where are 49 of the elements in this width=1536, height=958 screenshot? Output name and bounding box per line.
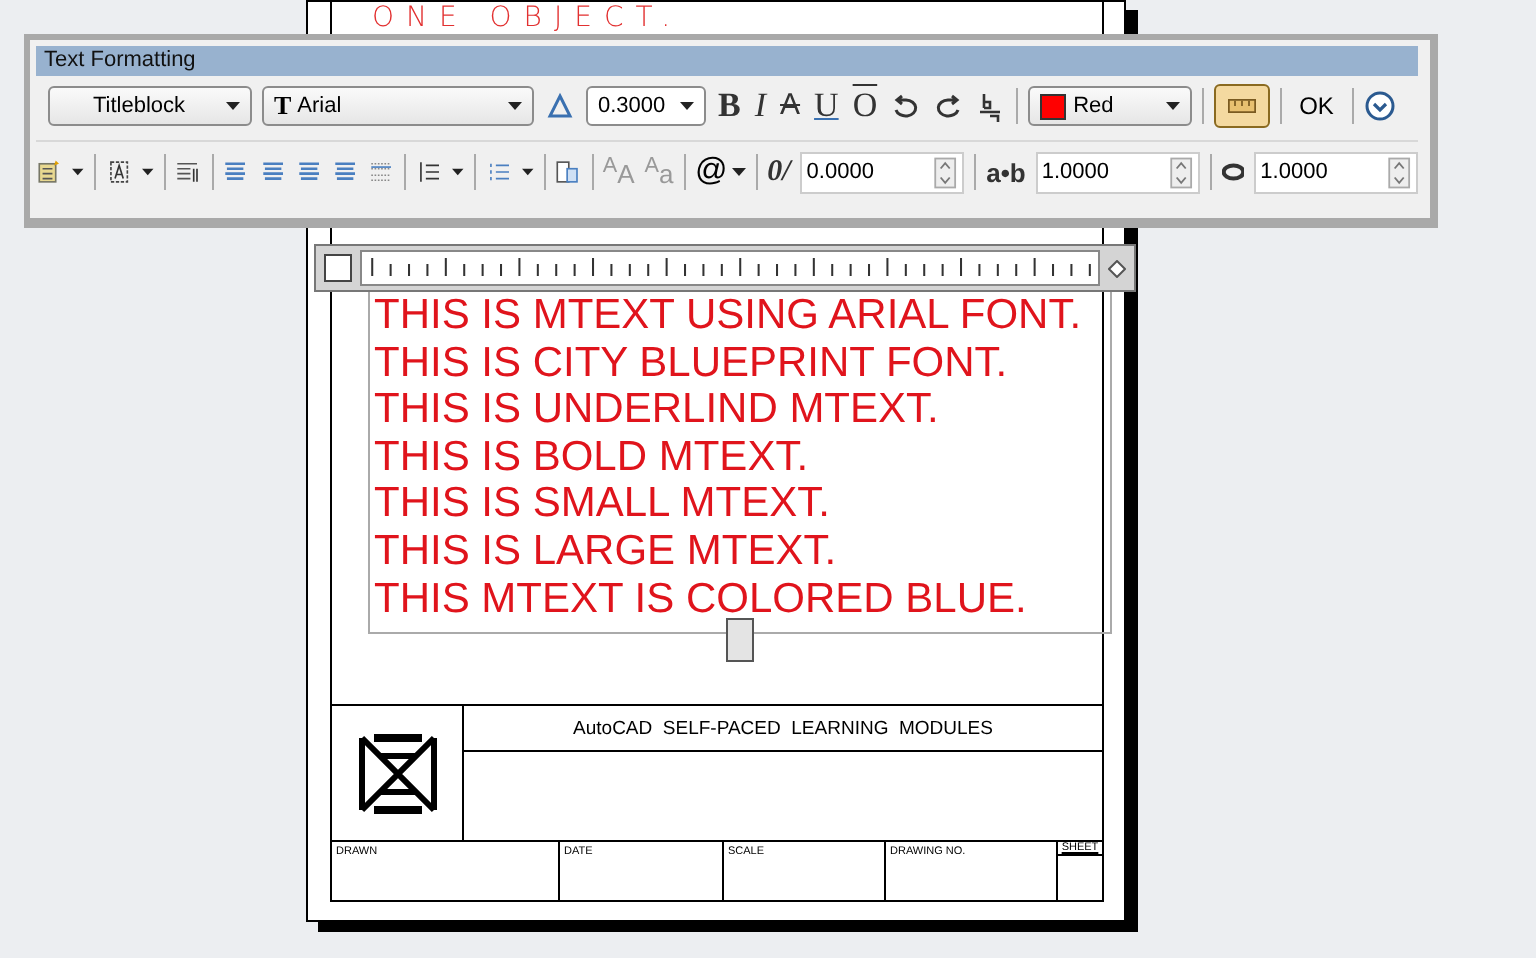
caret-icon xyxy=(1165,102,1180,110)
ruler-toggle[interactable] xyxy=(1213,84,1270,128)
mtext-line: THIS IS BOLD MTEXT. xyxy=(374,433,811,481)
insert-field-icon[interactable] xyxy=(554,156,582,188)
title-block-title: AutoCAD SELF-PACED LEARNING MODULES xyxy=(464,706,1102,752)
ruler[interactable] xyxy=(314,244,1136,292)
mtext-line: THIS IS UNDERLIND MTEXT. xyxy=(374,386,941,434)
caret-icon xyxy=(508,102,522,110)
line-spacing-icon[interactable] xyxy=(415,156,443,188)
justification-icon[interactable] xyxy=(105,156,132,188)
text-height-dropdown[interactable]: 0.3000 xyxy=(586,86,706,126)
annotative-icon[interactable] xyxy=(544,90,576,122)
insert-icon[interactable] xyxy=(36,156,63,188)
ruler-icon xyxy=(1227,98,1256,114)
caret-icon xyxy=(731,168,746,176)
font-dropdown[interactable]: T Arial xyxy=(262,86,534,126)
tracking-label: a•b xyxy=(986,157,1026,187)
mtext-line: THIS MTEXT IS COLORED BLUE. xyxy=(374,575,1029,623)
redo-icon[interactable] xyxy=(931,90,964,122)
mtext-line: THIS IS CITY BLUEPRINT FONT. xyxy=(374,339,1010,387)
strike-button[interactable]: A xyxy=(778,88,803,124)
underline-button[interactable]: U xyxy=(812,88,841,124)
caret-icon xyxy=(226,102,240,110)
options-icon[interactable] xyxy=(1363,90,1396,122)
caret-icon xyxy=(680,102,694,110)
caret-icon xyxy=(452,168,464,176)
caret-icon xyxy=(521,168,534,176)
undo-icon[interactable] xyxy=(889,90,922,122)
diamond-icon[interactable] xyxy=(1108,259,1126,277)
style-dropdown[interactable]: Titleblock xyxy=(48,86,252,126)
mtext-line: THIS IS SMALL MTEXT. xyxy=(374,480,832,528)
toolbar-title: Text Formatting xyxy=(36,46,1418,76)
mtext-line: THIS IS LARGE MTEXT. xyxy=(374,527,839,576)
ok-button[interactable]: OK xyxy=(1291,92,1342,120)
symbol-button[interactable]: @ xyxy=(695,154,746,190)
overline-button[interactable]: O xyxy=(850,88,880,124)
tab-stop-icon[interactable] xyxy=(324,254,352,282)
bold-button[interactable]: B xyxy=(716,88,743,124)
italic-button[interactable]: I xyxy=(752,88,769,124)
mtext-line: THIS IS MTEXT USING ARIAL FONT. xyxy=(374,292,1084,340)
drawing-text: ONE OBJECT. xyxy=(372,2,685,34)
caret-icon xyxy=(72,168,84,176)
resize-handle[interactable] xyxy=(726,618,754,662)
oblique-label: 0/ xyxy=(767,155,791,189)
logo-icon xyxy=(355,731,439,815)
caret-icon xyxy=(141,168,154,176)
width-factor-icon xyxy=(1221,162,1245,182)
ruler-scale[interactable] xyxy=(360,250,1100,286)
color-dropdown[interactable]: Red xyxy=(1027,86,1192,126)
